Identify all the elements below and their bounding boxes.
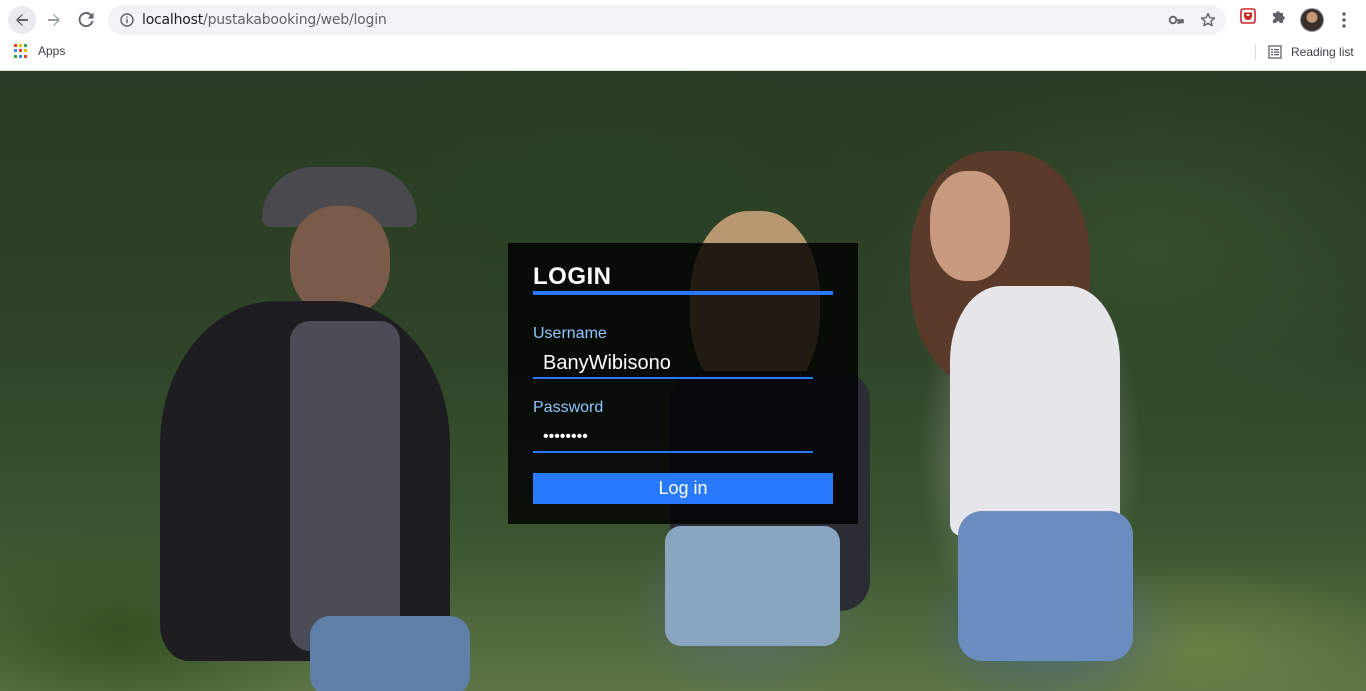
reload-icon — [78, 12, 94, 28]
puzzle-icon[interactable] — [1271, 8, 1287, 24]
apps-shortcut[interactable]: Apps — [14, 44, 65, 58]
address-bar[interactable]: localhost/pustakabooking/web/login — [108, 5, 1226, 35]
url-text: localhost/pustakabooking/web/login — [142, 12, 387, 28]
apps-grid-icon — [14, 44, 28, 58]
login-panel: LOGIN Username Password Log in — [508, 243, 858, 524]
browser-toolbar: localhost/pustakabooking/web/login — [0, 0, 1366, 40]
info-icon[interactable] — [120, 13, 134, 27]
reading-list-icon — [1268, 45, 1282, 59]
back-arrow-icon — [16, 14, 28, 26]
username-input[interactable] — [533, 349, 813, 379]
key-icon[interactable] — [1168, 12, 1184, 28]
profile-avatar[interactable] — [1300, 8, 1324, 32]
forward-button[interactable] — [40, 6, 68, 34]
menu-dots-icon[interactable] — [1336, 10, 1352, 30]
back-button[interactable] — [8, 6, 36, 34]
login-title: LOGIN — [533, 263, 612, 290]
bookmarks-bar: Apps Reading list — [0, 40, 1366, 71]
reading-list-button[interactable]: Reading list — [1255, 44, 1354, 60]
reading-list-label: Reading list — [1291, 45, 1354, 59]
password-input[interactable] — [533, 423, 813, 453]
star-icon[interactable] — [1200, 12, 1216, 28]
title-underline — [533, 291, 833, 295]
forward-arrow-icon — [48, 14, 60, 26]
reload-button[interactable] — [72, 6, 100, 34]
apps-label: Apps — [38, 44, 66, 58]
shield-extension-icon[interactable] — [1240, 8, 1256, 24]
password-label: Password — [533, 399, 604, 416]
username-label: Username — [533, 325, 607, 342]
login-page: LOGIN Username Password Log in — [0, 71, 1366, 691]
login-button[interactable]: Log in — [533, 473, 833, 504]
url-path: /pustakabooking/web/login — [203, 12, 387, 28]
url-host: localhost — [142, 12, 204, 28]
